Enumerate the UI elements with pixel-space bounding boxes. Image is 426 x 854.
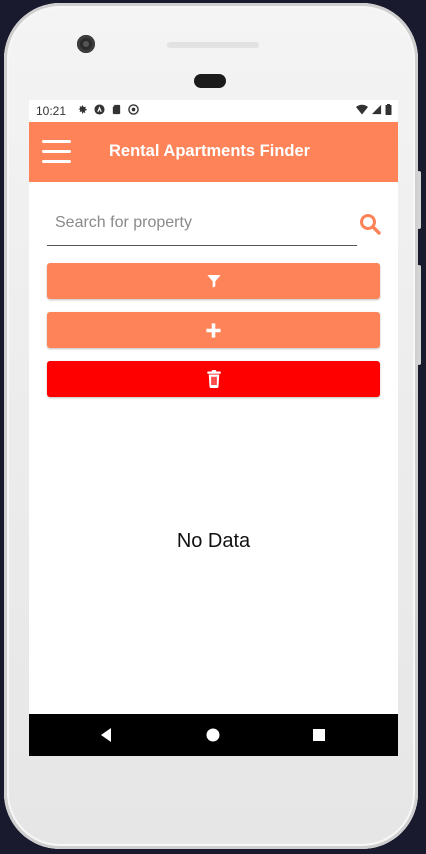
filter-icon	[206, 275, 221, 288]
front-camera	[77, 35, 95, 53]
empty-state-message: No Data	[176, 530, 251, 552]
nav-recents-button[interactable]	[309, 725, 329, 745]
status-right-icons	[356, 104, 392, 115]
nav-home-button[interactable]	[203, 725, 223, 745]
delete-button[interactable]	[47, 361, 380, 397]
power-button	[417, 171, 421, 229]
app-bar: Rental Apartments Finder	[29, 122, 398, 182]
phone-frame: 10:21 Rental Apartments Finder Search fo…	[4, 3, 421, 849]
recents-icon	[313, 729, 325, 741]
search-icon	[360, 214, 381, 235]
search-input[interactable]	[47, 205, 355, 241]
status-time: 10:21	[36, 104, 67, 118]
screen: 10:21 Rental Apartments Finder Search fo…	[29, 100, 398, 756]
sync-icon	[128, 104, 139, 115]
earpiece	[194, 74, 226, 88]
menu-button[interactable]	[42, 139, 72, 165]
filter-button[interactable]	[47, 263, 380, 299]
trash-icon	[206, 370, 221, 388]
wifi-icon	[356, 104, 368, 115]
back-icon	[101, 728, 111, 742]
plus-icon	[206, 322, 221, 338]
search-button[interactable]	[358, 212, 382, 236]
vpn-icon	[94, 104, 105, 115]
page-title: Rental Apartments Finder	[109, 142, 311, 160]
home-icon	[206, 728, 220, 742]
add-button[interactable]	[47, 312, 380, 348]
volume-button	[417, 265, 421, 365]
nav-back-button[interactable]	[97, 725, 117, 745]
status-bar: 10:21	[29, 100, 398, 122]
top-speaker-grille	[167, 42, 259, 48]
gear-icon	[78, 105, 87, 114]
signal-icon	[371, 104, 382, 115]
search-field	[47, 205, 357, 246]
status-left-icons	[77, 104, 139, 115]
sd-card-icon	[112, 104, 121, 115]
battery-icon	[385, 104, 392, 115]
system-nav-bar	[29, 714, 398, 756]
